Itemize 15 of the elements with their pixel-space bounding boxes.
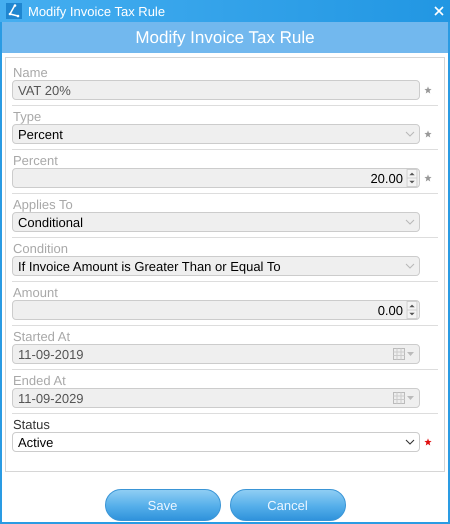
window-title: Modify Invoice Tax Rule bbox=[28, 4, 166, 18]
field-label: Percent bbox=[12, 153, 59, 168]
field-label: Type bbox=[12, 109, 42, 124]
dropdown[interactable]: Active bbox=[12, 432, 420, 452]
field-label: Amount bbox=[12, 285, 59, 300]
field-label: Status bbox=[12, 417, 51, 432]
close-icon[interactable] bbox=[434, 6, 444, 16]
field-label: Name bbox=[12, 65, 49, 80]
field-label: Condition bbox=[12, 241, 69, 256]
dialog-heading: Modify Invoice Tax Rule bbox=[135, 28, 315, 48]
field-label: Applies To bbox=[12, 197, 74, 212]
app-icon bbox=[6, 3, 22, 19]
field-label: Started At bbox=[12, 329, 72, 344]
field-label: Ended At bbox=[12, 373, 67, 388]
chevron-icon[interactable] bbox=[405, 439, 415, 445]
